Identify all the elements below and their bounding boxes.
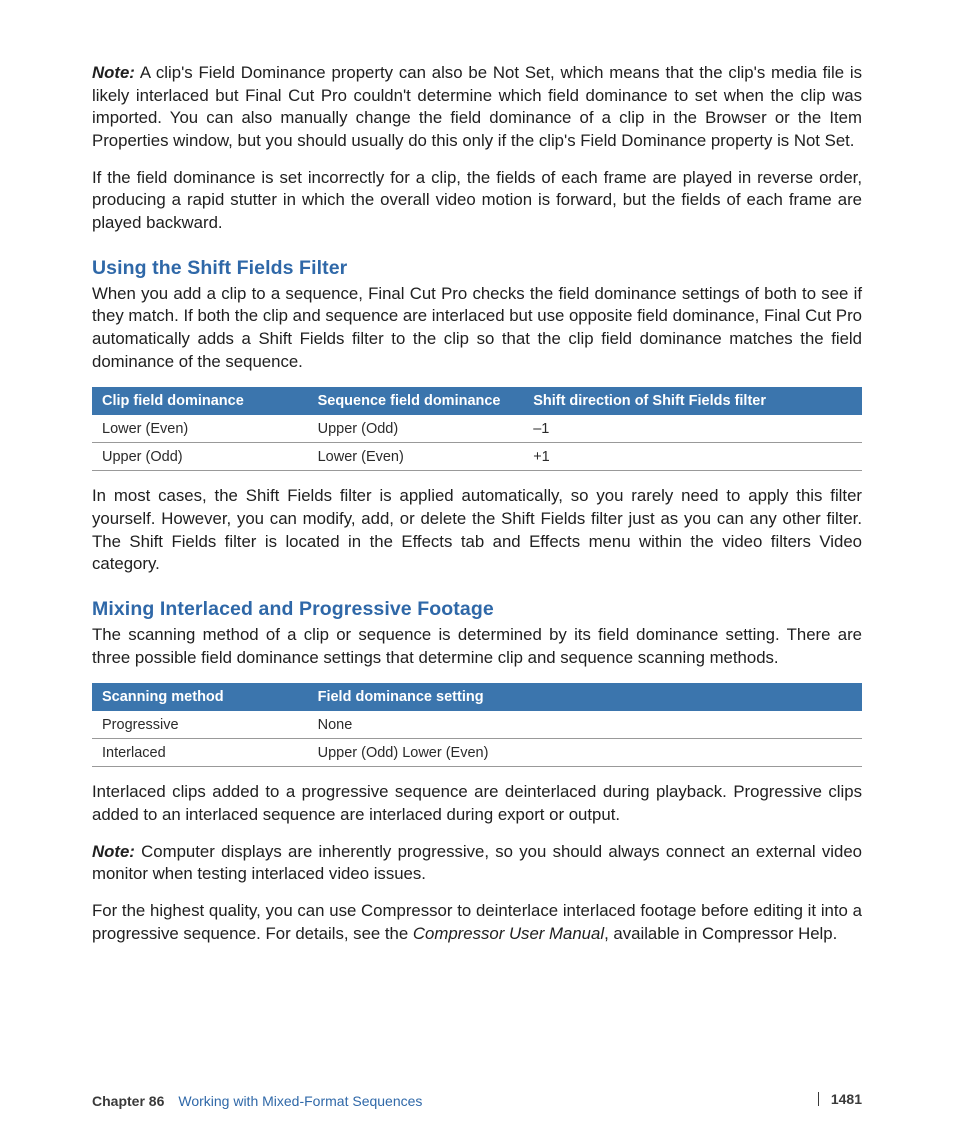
table-cell: None [308,711,862,739]
chapter-label: Chapter 86 [92,1093,164,1109]
heading-shift-fields: Using the Shift Fields Filter [92,257,862,280]
table-row: Progressive None [92,711,862,739]
footer-divider-icon [818,1092,819,1106]
table-header: Shift direction of Shift Fields filter [523,387,862,415]
note-label: Note: [92,842,135,861]
table-header: Sequence field dominance [308,387,524,415]
table-cell: Upper (Odd) [92,443,308,471]
p3-italic: Compressor User Manual [413,924,604,943]
note-paragraph-2: Note: Computer displays are inherently p… [92,841,862,886]
section2-paragraph-3: For the highest quality, you can use Com… [92,900,862,945]
table-row: Lower (Even) Upper (Odd) –1 [92,415,862,443]
table-row: Interlaced Upper (Odd) Lower (Even) [92,739,862,767]
page-footer: Chapter 86 Working with Mixed-Format Seq… [92,1091,862,1109]
section2-paragraph-2: Interlaced clips added to a progressive … [92,781,862,826]
footer-right: 1481 [818,1091,862,1107]
page-body: Note: A clip's Field Dominance property … [0,0,954,1145]
section1-paragraph-1: When you add a clip to a sequence, Final… [92,283,862,374]
p3-b: , available in Compressor Help. [604,924,837,943]
table-header: Field dominance setting [308,683,862,711]
table-cell: Lower (Even) [92,415,308,443]
section2-paragraph-1: The scanning method of a clip or sequenc… [92,624,862,669]
section1-paragraph-2: In most cases, the Shift Fields filter i… [92,485,862,576]
table-row: Upper (Odd) Lower (Even) +1 [92,443,862,471]
table-header: Scanning method [92,683,308,711]
table-cell: +1 [523,443,862,471]
note-text: A clip's Field Dominance property can al… [92,63,862,150]
table-header-row: Clip field dominance Sequence field domi… [92,387,862,415]
table-cell: Progressive [92,711,308,739]
scanning-method-table: Scanning method Field dominance setting … [92,683,862,767]
table-cell: Upper (Odd) [308,415,524,443]
table-cell: Interlaced [92,739,308,767]
table-header-row: Scanning method Field dominance setting [92,683,862,711]
table-cell: Lower (Even) [308,443,524,471]
intro-paragraph-2: If the field dominance is set incorrectl… [92,167,862,235]
page-number: 1481 [831,1091,862,1107]
heading-mixing: Mixing Interlaced and Progressive Footag… [92,598,862,621]
note-paragraph-1: Note: A clip's Field Dominance property … [92,62,862,153]
table-header: Clip field dominance [92,387,308,415]
chapter-title: Working with Mixed-Format Sequences [178,1093,422,1109]
table-cell: –1 [523,415,862,443]
note-text: Computer displays are inherently progres… [92,842,862,884]
shift-fields-table: Clip field dominance Sequence field domi… [92,387,862,471]
table-cell: Upper (Odd) Lower (Even) [308,739,862,767]
note-label: Note: [92,63,135,82]
